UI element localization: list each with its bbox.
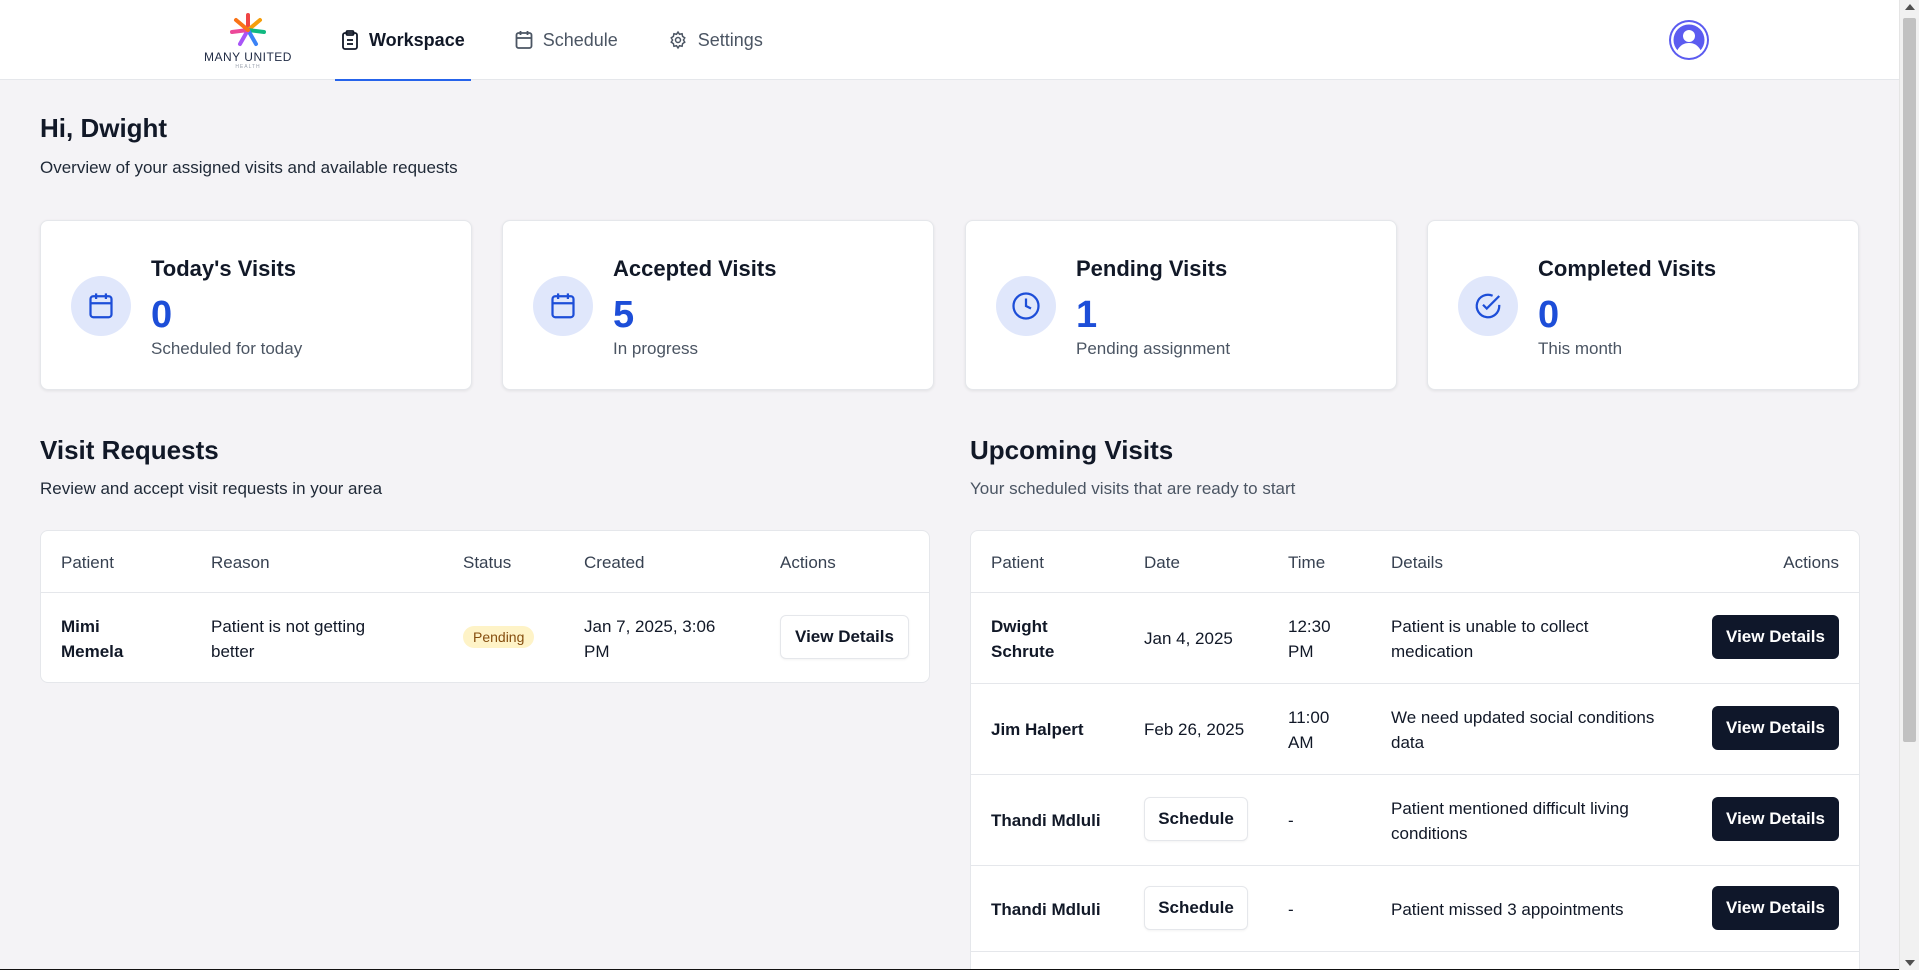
row-divider (971, 951, 1859, 952)
stat-card-accepted-visits: Accepted Visits 5 In progress (502, 220, 934, 390)
stat-card-todays-visits: Today's Visits 0 Scheduled for today (40, 220, 472, 390)
calendar-icon (515, 30, 533, 50)
view-details-button[interactable]: View Details (1712, 615, 1839, 659)
column-header-date: Date (1144, 553, 1180, 572)
tab-settings[interactable]: Settings (662, 0, 769, 80)
visit-details: Patient is unable to collect medication (1391, 617, 1589, 661)
stat-caption: Pending assignment (1076, 339, 1231, 358)
visit-date: Jan 4, 2025 (1144, 629, 1233, 648)
page-subtitle: Overview of your assigned visits and ava… (40, 158, 458, 177)
patient-name: Jim Halpert (991, 720, 1084, 739)
view-details-button[interactable]: View Details (1712, 886, 1839, 930)
column-header-status: Status (463, 553, 512, 572)
header-divider (41, 592, 929, 593)
visit-time: - (1288, 900, 1294, 919)
calendar-icon (533, 276, 593, 336)
main-nav: Workspace Schedule Settings (335, 0, 807, 81)
stat-value: 0 (151, 294, 173, 336)
column-header-patient: Patient (61, 553, 114, 572)
patient-name: Thandi Mdluli (991, 811, 1101, 830)
brand-tagline: HEALTH (235, 64, 261, 70)
column-header-actions: Actions (780, 553, 836, 572)
scrollbar-thumb[interactable] (1903, 18, 1916, 742)
upcoming-visits-heading: Upcoming Visits (970, 435, 1174, 465)
top-navigation-bar: MANY UNITED HEALTH Workspace Schedule Se… (0, 0, 1899, 81)
patient-name: Dwight Schrute (991, 617, 1055, 661)
created-date: Jan 7, 2025, 3:06 PM (584, 617, 716, 661)
brand-name: MANY UNITED (204, 50, 292, 64)
page-scrollbar[interactable] (1899, 0, 1919, 970)
scroll-down-arrow-icon[interactable] (1905, 960, 1915, 966)
visit-time: 11:00 AM (1288, 708, 1330, 752)
tab-label: Workspace (369, 29, 465, 50)
upcoming-visits-table: Patient Date Time Details Actions Dwight… (970, 530, 1860, 970)
view-details-button[interactable]: View Details (1712, 706, 1839, 750)
stat-title: Today's Visits (151, 256, 297, 281)
tab-workspace[interactable]: Workspace (335, 0, 471, 81)
row-divider (971, 683, 1859, 684)
visit-requests-heading: Visit Requests (40, 435, 219, 465)
clock-icon (996, 276, 1056, 336)
gear-icon (668, 30, 688, 50)
brand-logo[interactable]: MANY UNITED HEALTH (200, 12, 296, 70)
stat-title: Pending Visits (1076, 256, 1228, 281)
row-divider (971, 865, 1859, 866)
visit-time: - (1288, 811, 1294, 830)
column-header-time: Time (1288, 553, 1326, 572)
visit-time: 12:30 PM (1288, 617, 1331, 661)
stat-title: Accepted Visits (613, 256, 777, 281)
user-avatar-icon[interactable] (1669, 20, 1709, 60)
visit-details: Patient mentioned difficult living condi… (1391, 799, 1629, 843)
schedule-button[interactable]: Schedule (1144, 886, 1248, 930)
header-divider (971, 592, 1859, 593)
view-details-button[interactable]: View Details (780, 615, 909, 659)
patient-name: Thandi Mdluli (991, 900, 1101, 919)
logo-starburst-icon (230, 13, 266, 46)
scroll-up-arrow-icon[interactable] (1905, 4, 1915, 10)
stat-caption: Scheduled for today (151, 339, 303, 358)
tab-label: Settings (697, 29, 763, 50)
view-details-button[interactable]: View Details (1712, 797, 1839, 841)
stat-card-completed-visits: Completed Visits 0 This month (1427, 220, 1859, 390)
stat-caption: This month (1538, 339, 1623, 358)
patient-name: Mimi Memela (61, 617, 124, 661)
column-header-details: Details (1391, 553, 1443, 572)
row-divider (971, 774, 1859, 775)
upcoming-visits-subtitle: Your scheduled visits that are ready to … (970, 479, 1296, 498)
schedule-button[interactable]: Schedule (1144, 797, 1248, 841)
check-circle-icon (1458, 276, 1518, 336)
stat-title: Completed Visits (1538, 256, 1717, 281)
stat-card-pending-visits: Pending Visits 1 Pending assignment (965, 220, 1397, 390)
page-title: Hi, Dwight (40, 113, 168, 143)
tab-label: Schedule (542, 29, 618, 50)
stat-caption: In progress (613, 339, 699, 358)
clipboard-icon (341, 30, 359, 50)
column-header-reason: Reason (211, 553, 270, 572)
stat-value: 0 (1538, 294, 1560, 336)
calendar-icon (71, 276, 131, 336)
column-header-patient: Patient (991, 553, 1044, 572)
visit-requests-subtitle: Review and accept visit requests in your… (40, 479, 383, 498)
visit-reason: Patient is not getting better (211, 617, 366, 661)
visit-date: Feb 26, 2025 (1144, 720, 1245, 739)
column-header-created: Created (584, 553, 645, 572)
column-header-actions: Actions (1783, 553, 1839, 572)
visit-details: Patient missed 3 appointments (1391, 900, 1624, 919)
visit-requests-table: Patient Reason Status Created Actions Mi… (40, 530, 930, 683)
stat-value: 5 (613, 294, 635, 336)
tab-schedule[interactable]: Schedule (509, 0, 624, 80)
visit-details: We need updated social conditions data (1391, 708, 1655, 752)
stat-value: 1 (1076, 294, 1098, 336)
status-badge: Pending (463, 626, 535, 648)
